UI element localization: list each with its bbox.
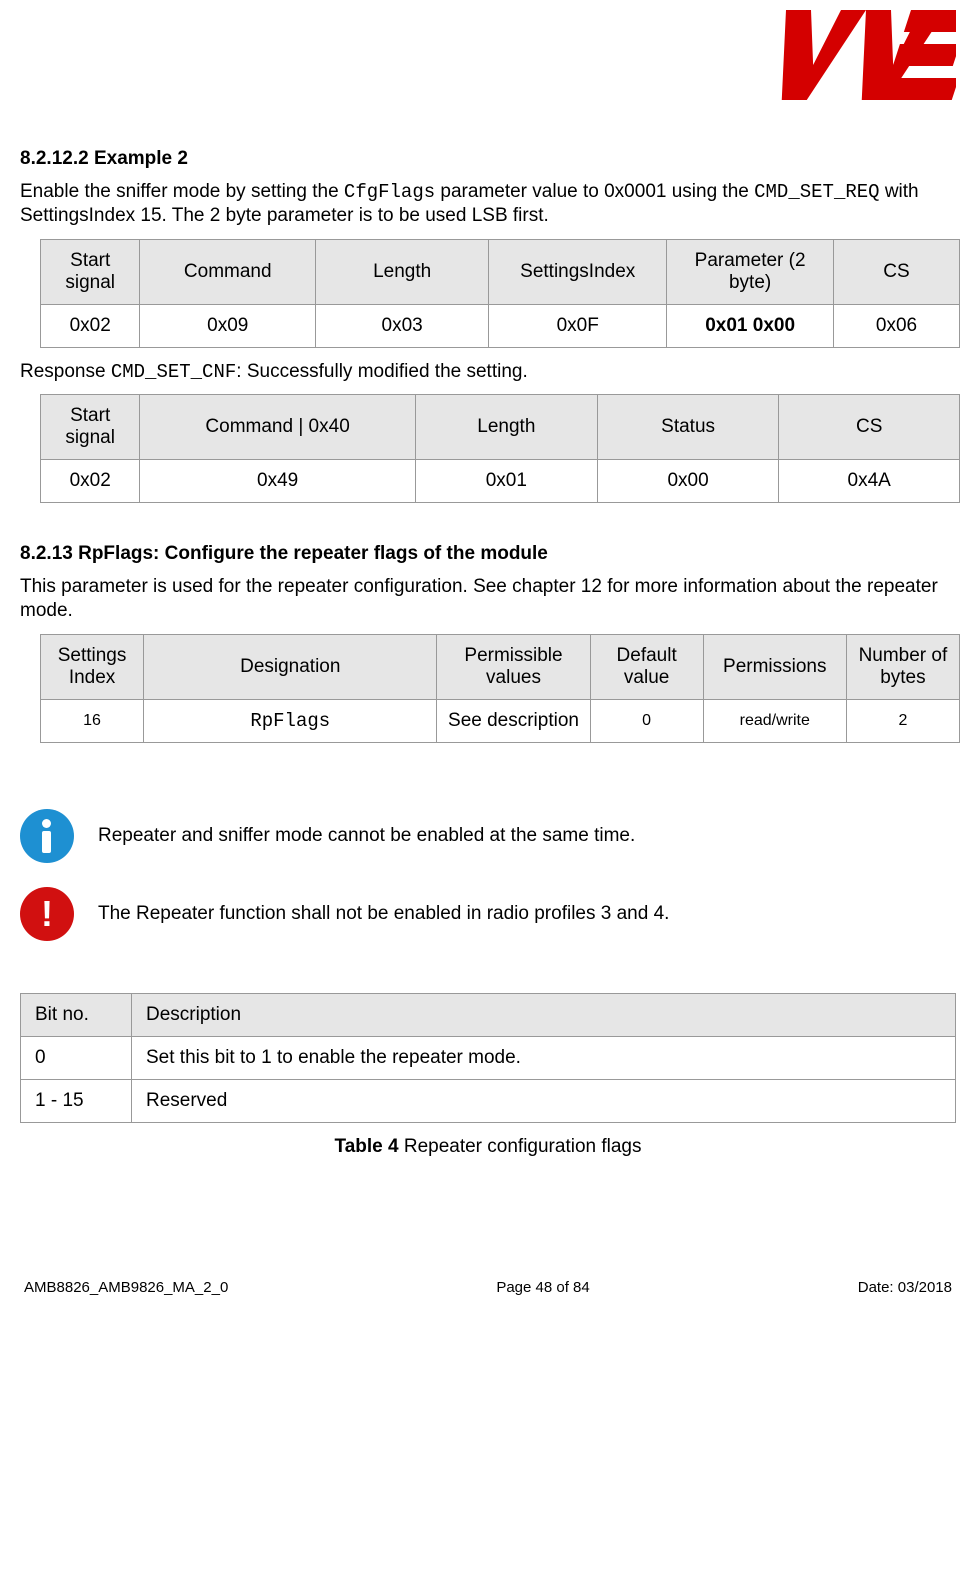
code-cfgflags: CfgFlags [344, 181, 435, 203]
th-command-or: Command | 0x40 [140, 394, 416, 459]
td-description: Set this bit to 1 to enable the repeater… [132, 1036, 956, 1079]
info-note-text: Repeater and sniffer mode cannot be enab… [98, 825, 635, 847]
td: 0x02 [41, 459, 140, 502]
th-parameter: Parameter (2 byte) [667, 239, 834, 304]
code-cmd-set-cnf: CMD_SET_CNF [111, 361, 236, 383]
page-footer: AMB8826_AMB9826_MA_2_0 Page 48 of 84 Dat… [20, 1279, 956, 1296]
th-start-signal: Start signal [41, 239, 140, 304]
th-command: Command [140, 239, 316, 304]
th-cs: CS [779, 394, 960, 459]
td: 0x09 [140, 304, 316, 347]
th-permissions: Permissions [703, 634, 846, 699]
section1-paragraph: Enable the sniffer mode by setting the C… [20, 180, 956, 229]
td: 0x03 [316, 304, 489, 347]
td: 0x01 [415, 459, 597, 502]
header-logo-area [20, 0, 956, 136]
section-8-2-12-2-heading: 8.2.12.2 Example 2 [20, 148, 956, 170]
code-cmd-set-req: CMD_SET_REQ [754, 181, 879, 203]
table-response-bytes: Start signal Command | 0x40 Length Statu… [40, 394, 960, 503]
table-rpflags-def: Settings Index Designation Permissible v… [40, 634, 960, 743]
td-description: Reserved [132, 1079, 956, 1122]
td: 0x06 [833, 304, 959, 347]
table4-caption: Table 4 Repeater configuration flags [20, 1135, 956, 1159]
th-permissible: Permissible values [437, 634, 590, 699]
td: 0x49 [140, 459, 416, 502]
th-start-signal: Start signal [41, 394, 140, 459]
footer-center: Page 48 of 84 [496, 1279, 589, 1296]
we-logo-icon [756, 10, 956, 106]
caption-rest: Repeater configuration flags [399, 1136, 642, 1157]
th-description: Description [132, 993, 956, 1036]
th-length: Length [415, 394, 597, 459]
footer-left: AMB8826_AMB9826_MA_2_0 [24, 1279, 228, 1296]
warning-note-text: The Repeater function shall not be enabl… [98, 903, 669, 925]
response-line: Response CMD_SET_CNF: Successfully modif… [20, 360, 956, 384]
td-bit-no: 0 [21, 1036, 132, 1079]
table-request-bytes: Start signal Command Length SettingsInde… [40, 239, 960, 348]
section2-paragraph: This parameter is used for the repeater … [20, 575, 956, 624]
section-8-2-13-heading: 8.2.13 RpFlags: Configure the repeater f… [20, 543, 956, 565]
th-designation: Designation [144, 634, 437, 699]
footer-right: Date: 03/2018 [858, 1279, 952, 1296]
th-bit-no: Bit no. [21, 993, 132, 1036]
th-num-bytes: Number of bytes [846, 634, 959, 699]
text: Response [20, 361, 111, 382]
td: See description [437, 699, 590, 742]
td: 0x4A [779, 459, 960, 502]
td: 2 [846, 699, 959, 742]
th-default: Default value [590, 634, 703, 699]
td-parameter-value: 0x01 0x00 [667, 304, 834, 347]
td: 0 [590, 699, 703, 742]
td: 0x00 [597, 459, 779, 502]
warning-icon: ! [20, 887, 74, 941]
td: 0x02 [41, 304, 140, 347]
th-status: Status [597, 394, 779, 459]
info-icon [20, 809, 74, 863]
th-settingsindex: SettingsIndex [489, 239, 667, 304]
td-bit-no: 1 - 15 [21, 1079, 132, 1122]
text: Enable the sniffer mode by setting the [20, 181, 344, 202]
table-bit-description: Bit no. Description 0 Set this bit to 1 … [20, 993, 956, 1123]
caption-bold: Table 4 [335, 1136, 399, 1157]
warning-note-row: ! The Repeater function shall not be ena… [20, 887, 956, 941]
td: read/write [703, 699, 846, 742]
td: 0x0F [489, 304, 667, 347]
td-designation: RpFlags [144, 699, 437, 742]
text: parameter value to 0x0001 using the [435, 181, 754, 202]
text: : Successfully modified the setting. [236, 361, 527, 382]
th-cs: CS [833, 239, 959, 304]
info-note-row: Repeater and sniffer mode cannot be enab… [20, 809, 956, 863]
td: 16 [41, 699, 144, 742]
th-length: Length [316, 239, 489, 304]
th-settings-index: Settings Index [41, 634, 144, 699]
